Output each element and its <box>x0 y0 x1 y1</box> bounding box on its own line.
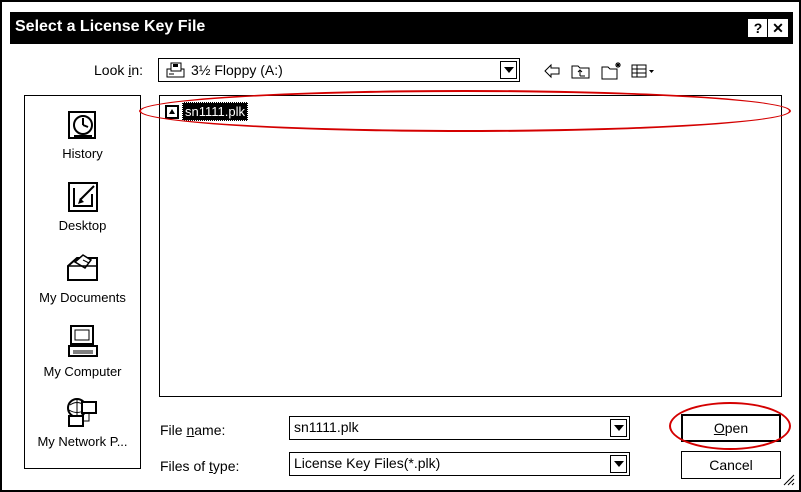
places-my-documents[interactable]: My Documents <box>25 252 140 305</box>
title-bar[interactable]: Select a License Key File ? ✕ <box>10 12 793 44</box>
dialog-title: Select a License Key File <box>15 18 206 35</box>
new-folder-icon[interactable] <box>600 60 624 82</box>
resize-grip-icon[interactable] <box>781 472 795 486</box>
places-my-network[interactable]: My Network P... <box>25 396 140 449</box>
file-type-value: License Key Files(*.plk) <box>294 455 441 471</box>
places-label: My Network P... <box>37 434 128 449</box>
up-one-level-icon[interactable] <box>570 60 592 82</box>
help-button[interactable]: ? <box>747 18 769 38</box>
look-in-label: Look in: <box>94 62 144 78</box>
file-type-dropdown[interactable]: License Key Files(*.plk) <box>289 452 630 476</box>
places-history[interactable]: History <box>25 108 140 161</box>
places-label: My Computer <box>43 364 122 379</box>
places-bar: History Desktop My Documents My Computer… <box>24 95 141 469</box>
history-icon <box>67 111 96 139</box>
open-button[interactable]: Open <box>681 414 781 442</box>
file-name: sn1111.plk <box>182 102 248 121</box>
file-name-input[interactable]: sn1111.plk <box>289 416 630 440</box>
places-label: History <box>62 146 103 161</box>
file-name-value: sn1111.plk <box>294 419 359 435</box>
places-label: My Documents <box>39 290 126 305</box>
view-menu-icon[interactable] <box>630 60 656 82</box>
look-in-value: 3½ Floppy (A:) <box>191 62 283 78</box>
back-arrow-icon[interactable] <box>542 60 562 82</box>
close-button[interactable]: ✕ <box>767 18 789 38</box>
floppy-drive-icon <box>166 62 185 78</box>
file-list[interactable]: sn1111.plk <box>159 95 782 397</box>
list-item[interactable]: sn1111.plk <box>164 102 248 121</box>
places-desktop[interactable]: Desktop <box>25 180 140 233</box>
chevron-down-icon[interactable] <box>610 419 627 437</box>
chevron-down-icon[interactable] <box>610 455 627 473</box>
file-name-label: File name: <box>160 422 226 438</box>
my-network-places-icon <box>66 398 97 427</box>
select-license-key-dialog: Select a License Key File ? ✕ Look in: 3… <box>0 0 801 492</box>
cancel-button[interactable]: Cancel <box>681 451 781 479</box>
file-icon <box>165 104 179 119</box>
places-my-computer[interactable]: My Computer <box>25 324 140 379</box>
chevron-down-icon[interactable] <box>500 61 517 79</box>
look-in-dropdown[interactable]: 3½ Floppy (A:) <box>158 58 520 82</box>
files-of-type-label: Files of type: <box>160 458 240 474</box>
desktop-icon <box>67 182 98 212</box>
places-label: Desktop <box>58 218 107 233</box>
my-computer-icon <box>67 325 98 357</box>
my-documents-icon <box>66 254 98 281</box>
